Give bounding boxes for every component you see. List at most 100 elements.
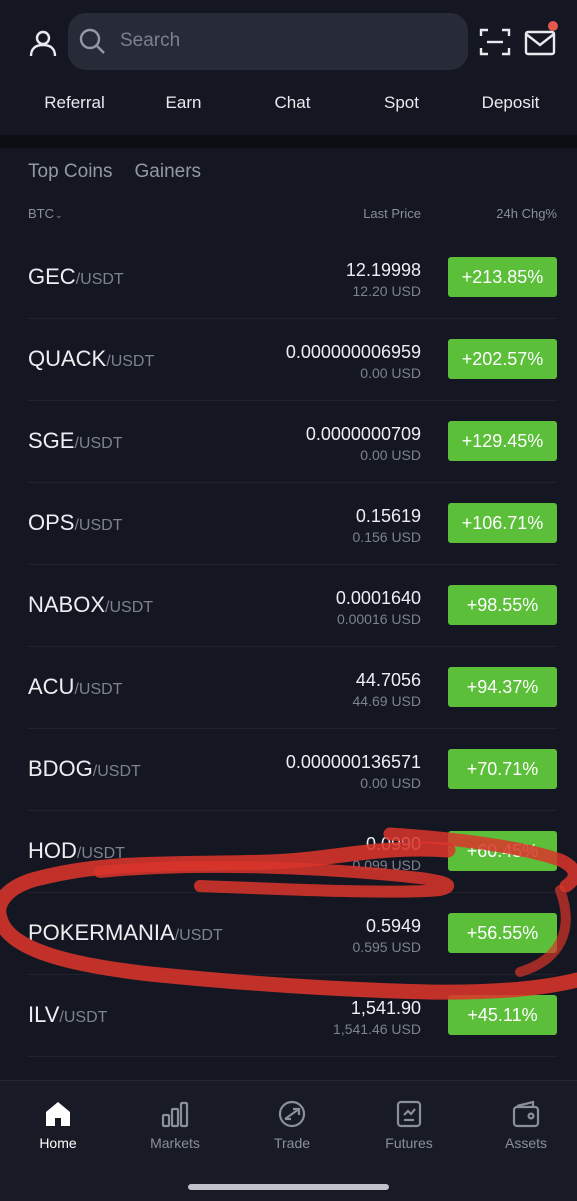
trading-pair: QUACK/USDT bbox=[28, 346, 154, 372]
table-header: BTC⌄ Last Price 24h Chg% bbox=[0, 206, 577, 226]
usd-price: 0.00 USD bbox=[360, 775, 421, 791]
change-header[interactable]: 24h Chg% bbox=[496, 206, 557, 221]
last-price: 0.0990 bbox=[365, 834, 421, 854]
last-price: 0.000000136571 bbox=[285, 752, 421, 772]
market-row-highlighted[interactable]: POKERMANIA/USDT 0.5949 0.595 USD +56.55% bbox=[0, 893, 577, 975]
nav-assets[interactable]: Assets bbox=[476, 1099, 576, 1151]
price-cell: 0.0001640 0.00016 USD bbox=[336, 587, 421, 629]
nav-label: Futures bbox=[385, 1135, 433, 1151]
change-badge[interactable]: +60.45% bbox=[448, 831, 557, 871]
change-badge[interactable]: +98.55% bbox=[448, 585, 557, 625]
search-input[interactable] bbox=[120, 23, 450, 59]
last-price-header[interactable]: Last Price bbox=[363, 206, 421, 221]
base-symbol: HOD bbox=[28, 838, 77, 863]
quote-filter-label: BTC bbox=[28, 206, 54, 221]
price-cell: 12.19998 12.20 USD bbox=[346, 259, 421, 301]
markets-icon bbox=[161, 1101, 189, 1128]
base-symbol: POKERMANIA bbox=[28, 920, 175, 945]
tab-top-coins[interactable]: Top Coins bbox=[28, 158, 113, 188]
market-row[interactable]: ILV/USDT 1,541.90 1,541.46 USD +45.11% bbox=[0, 975, 577, 1057]
quote-filter-dropdown[interactable]: BTC⌄ bbox=[28, 206, 63, 221]
market-row[interactable]: OPS/USDT 0.15619 0.156 USD +106.71% bbox=[0, 483, 577, 565]
quote-symbol: /USDT bbox=[74, 435, 123, 452]
user-icon[interactable] bbox=[28, 28, 58, 58]
market-row[interactable]: QUACK/USDT 0.000000006959 0.00 USD +202.5… bbox=[0, 319, 577, 401]
last-price: 0.0000000709 bbox=[305, 424, 421, 444]
shortcut-deposit[interactable]: Deposit bbox=[456, 84, 565, 124]
usd-price: 12.20 USD bbox=[352, 283, 421, 299]
top-bar bbox=[0, 0, 577, 84]
usd-price: 0.00016 USD bbox=[336, 611, 421, 627]
last-price: 0.000000006959 bbox=[285, 342, 421, 362]
trading-pair: ILV/USDT bbox=[28, 1002, 107, 1028]
change-badge[interactable]: +56.55% bbox=[448, 913, 557, 953]
usd-price: 44.69 USD bbox=[352, 693, 421, 709]
market-row[interactable]: SGE/USDT 0.0000000709 0.00 USD +129.45% bbox=[0, 401, 577, 483]
change-badge[interactable]: +70.71% bbox=[448, 749, 557, 789]
change-badge[interactable]: +45.11% bbox=[448, 995, 557, 1035]
trade-icon bbox=[278, 1100, 306, 1128]
base-symbol: OPS bbox=[28, 510, 75, 535]
section-divider bbox=[0, 135, 577, 148]
price-cell: 1,541.90 1,541.46 USD bbox=[333, 997, 421, 1039]
bottom-navigation: Home Markets Trade Futures Assets bbox=[0, 1080, 577, 1201]
last-price: 0.15619 bbox=[355, 506, 421, 526]
nav-label: Markets bbox=[150, 1135, 200, 1151]
base-symbol: ACU bbox=[28, 674, 75, 699]
quote-symbol: /USDT bbox=[59, 1009, 108, 1026]
nav-label: Assets bbox=[504, 1135, 547, 1151]
base-symbol: QUACK bbox=[28, 346, 107, 371]
price-cell: 44.7056 44.69 USD bbox=[353, 669, 421, 711]
change-badge[interactable]: +94.37% bbox=[448, 667, 557, 707]
quote-symbol: /USDT bbox=[74, 681, 123, 698]
shortcut-chat[interactable]: Chat bbox=[238, 84, 347, 124]
market-row[interactable]: GEC/USDT 12.19998 12.20 USD +213.85% bbox=[0, 237, 577, 319]
trading-pair: NABOX/USDT bbox=[28, 592, 153, 618]
change-badge[interactable]: +213.85% bbox=[448, 257, 557, 297]
market-list: GEC/USDT 12.19998 12.20 USD +213.85% QUAC… bbox=[0, 237, 577, 1057]
shortcut-spot[interactable]: Spot bbox=[347, 84, 456, 124]
market-row[interactable]: BDOG/USDT 0.000000136571 0.00 USD +70.71% bbox=[0, 729, 577, 811]
trading-pair: OPS/USDT bbox=[28, 510, 122, 536]
price-cell: 0.5949 0.595 USD bbox=[353, 915, 421, 957]
home-indicator bbox=[188, 1184, 389, 1190]
base-symbol: ILV bbox=[28, 1002, 60, 1027]
nav-futures[interactable]: Futures bbox=[359, 1099, 459, 1151]
shortcut-referral[interactable]: Referral bbox=[20, 84, 129, 124]
quote-symbol: /USDT bbox=[75, 271, 124, 288]
nav-label: Trade bbox=[273, 1135, 311, 1151]
usd-price: 0.00 USD bbox=[360, 365, 421, 381]
trading-pair: SGE/USDT bbox=[28, 428, 122, 454]
scan-icon[interactable] bbox=[479, 27, 511, 57]
last-price: 44.7056 bbox=[355, 670, 421, 690]
home-icon bbox=[46, 1102, 70, 1126]
nav-trade[interactable]: Trade bbox=[242, 1099, 342, 1151]
market-tabs: Top Coins Gainers bbox=[28, 158, 201, 188]
usd-price: 1,541.46 USD bbox=[333, 1021, 421, 1037]
shortcut-earn[interactable]: Earn bbox=[129, 84, 238, 124]
price-cell: 0.0000000709 0.00 USD bbox=[306, 423, 421, 465]
change-badge[interactable]: +202.57% bbox=[448, 339, 557, 379]
trading-pair: HOD/USDT bbox=[28, 838, 125, 864]
market-row[interactable]: HOD/USDT 0.0990 0.099 USD +60.45% bbox=[0, 811, 577, 893]
trading-pair: GEC/USDT bbox=[28, 264, 124, 290]
last-price: 1,541.90 bbox=[350, 998, 421, 1018]
tab-gainers[interactable]: Gainers bbox=[135, 158, 202, 188]
change-badge[interactable]: +129.45% bbox=[448, 421, 557, 461]
change-badge[interactable]: +106.71% bbox=[448, 503, 557, 543]
usd-price: 0.156 USD bbox=[352, 529, 421, 545]
usd-price: 0.595 USD bbox=[352, 939, 421, 955]
search-bar[interactable] bbox=[68, 13, 468, 70]
base-symbol: BDOG bbox=[28, 756, 93, 781]
market-row[interactable]: NABOX/USDT 0.0001640 0.00016 USD +98.55% bbox=[0, 565, 577, 647]
price-cell: 0.0990 0.099 USD bbox=[353, 833, 421, 875]
nav-home[interactable]: Home bbox=[8, 1099, 108, 1151]
last-price: 0.0001640 bbox=[335, 588, 421, 608]
trading-pair: POKERMANIA/USDT bbox=[28, 920, 223, 946]
market-row[interactable]: ACU/USDT 44.7056 44.69 USD +94.37% bbox=[0, 647, 577, 729]
search-icon bbox=[79, 28, 105, 54]
quote-symbol: /USDT bbox=[106, 353, 155, 370]
nav-markets[interactable]: Markets bbox=[125, 1099, 225, 1151]
last-price: 12.19998 bbox=[345, 260, 421, 280]
assets-icon bbox=[512, 1100, 540, 1128]
